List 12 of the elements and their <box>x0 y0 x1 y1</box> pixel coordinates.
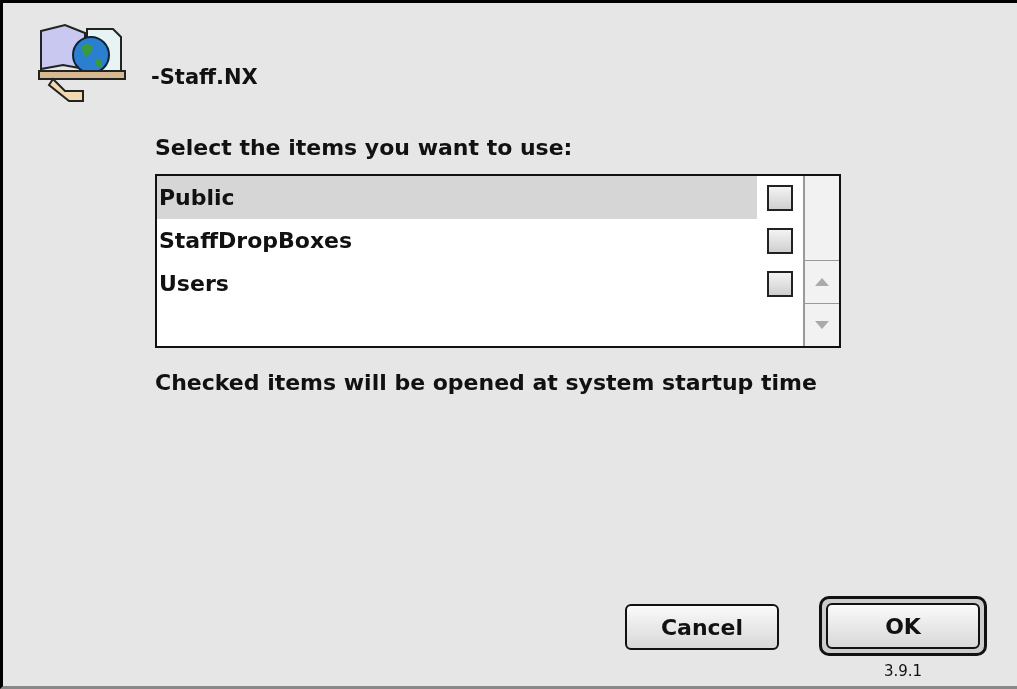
checkbox[interactable] <box>767 184 793 211</box>
prompt-text: Select the items you want to use: <box>155 135 574 160</box>
checkbox[interactable] <box>767 270 793 297</box>
note-text: Checked items will be opened at system startup time <box>155 369 818 397</box>
version-text: 3.9.1 <box>883 662 923 680</box>
ok-button[interactable]: OK <box>826 603 980 649</box>
checkbox[interactable] <box>767 227 793 254</box>
server-volume-icon <box>35 21 127 103</box>
list-item[interactable]: StaffDropBoxes <box>157 219 803 262</box>
list-item[interactable]: Users <box>157 262 803 305</box>
volume-name: -Staff.NX <box>151 65 258 89</box>
cancel-button[interactable]: Cancel <box>625 604 779 650</box>
